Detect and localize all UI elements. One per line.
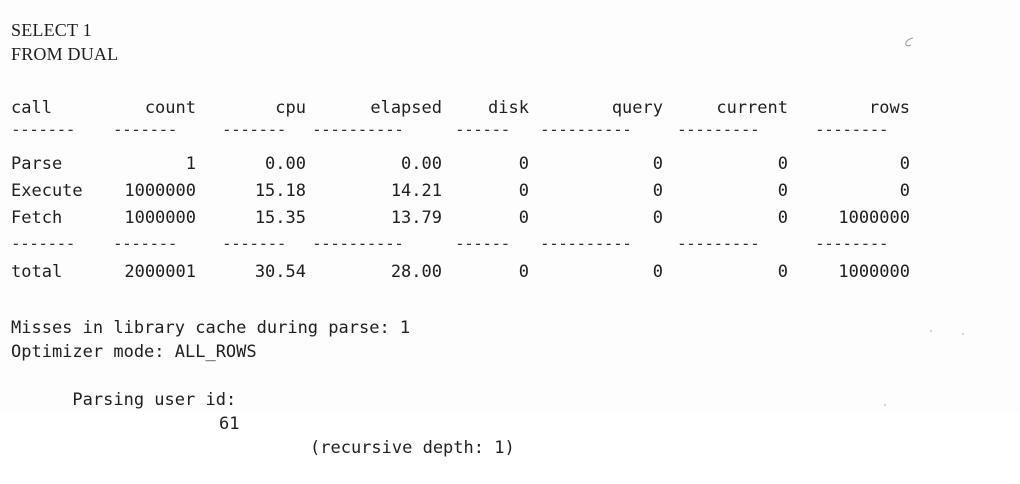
- sql-line-from: FROM DUAL: [11, 44, 119, 64]
- scan-speck: [884, 404, 886, 406]
- separator-rows: --------: [815, 234, 889, 253]
- table-row: Execute 1000000 15.18 14.21 0 0 0 0: [0, 179, 1020, 203]
- sql-statement: SELECT 1 FROM DUAL: [11, 18, 118, 66]
- header-current: current: [716, 98, 788, 118]
- separator-call: -------: [11, 120, 75, 139]
- cell-elapsed: 13.79: [390, 208, 442, 228]
- separator-row: ------- ------- ------- ---------- -----…: [0, 236, 1020, 252]
- cell-count: 1: [185, 154, 196, 174]
- cell-current: 0: [777, 154, 788, 174]
- separator-elapsed: ----------: [312, 234, 404, 253]
- table-row: Fetch 1000000 15.35 13.79 0 0 0 1000000: [0, 206, 1020, 230]
- cell-disk: 0: [518, 208, 529, 228]
- parsing-user-label: Parsing user id:: [72, 390, 237, 410]
- separator-query: ----------: [540, 120, 632, 139]
- cell-cpu: 0.00: [265, 154, 306, 174]
- cell-elapsed: 0.00: [401, 154, 442, 174]
- total-cpu: 30.54: [254, 262, 306, 282]
- separator-row: ------- ------- ------- ---------- -----…: [0, 122, 1020, 138]
- cell-count: 1000000: [124, 181, 196, 201]
- header-rows: rows: [869, 98, 910, 118]
- total-rows: 1000000: [838, 262, 910, 282]
- separator-count: -------: [113, 234, 177, 253]
- trace-page: SELECT 1 FROM DUAL call count cpu elapse…: [0, 0, 1020, 458]
- cell-count: 1000000: [124, 208, 196, 228]
- cell-call: Fetch: [11, 208, 63, 228]
- separator-disk: ------: [455, 120, 510, 139]
- scan-speck: [962, 333, 964, 335]
- cell-cpu: 15.35: [254, 208, 306, 228]
- header-disk: disk: [488, 98, 529, 118]
- separator-current: ---------: [677, 234, 760, 253]
- recursive-depth: (recursive depth: 1): [310, 438, 515, 458]
- total-current: 0: [777, 262, 788, 282]
- parsing-user-id: 61: [219, 414, 240, 434]
- header-elapsed: elapsed: [370, 98, 442, 118]
- scan-speck: [930, 330, 932, 332]
- separator-query: ----------: [540, 234, 632, 253]
- cell-elapsed: 14.21: [390, 181, 442, 201]
- optimizer-mode: Optimizer mode: ALL_ROWS: [11, 342, 257, 362]
- cell-call: Execute: [11, 181, 83, 201]
- table-header-row: call count cpu elapsed disk query curren…: [0, 96, 1020, 120]
- header-cpu: cpu: [275, 98, 306, 118]
- cell-query: 0: [652, 181, 663, 201]
- separator-disk: ------: [455, 234, 510, 253]
- cell-rows: 1000000: [838, 208, 910, 228]
- total-query: 0: [652, 262, 663, 282]
- separator-cpu: -------: [222, 120, 286, 139]
- total-row: total 2000001 30.54 28.00 0 0 0 1000000: [0, 260, 1020, 284]
- total-count: 2000001: [124, 262, 196, 282]
- cell-query: 0: [652, 154, 663, 174]
- cell-current: 0: [777, 181, 788, 201]
- library-cache-misses: Misses in library cache during parse: 1: [11, 318, 411, 338]
- separator-call: -------: [11, 234, 75, 253]
- separator-elapsed: ----------: [312, 120, 404, 139]
- total-elapsed: 28.00: [390, 262, 442, 282]
- cell-disk: 0: [518, 154, 529, 174]
- sql-line-select: SELECT 1: [11, 20, 92, 40]
- separator-rows: --------: [815, 120, 889, 139]
- cell-cpu: 15.18: [254, 181, 306, 201]
- header-count: count: [144, 98, 196, 118]
- separator-count: -------: [113, 120, 177, 139]
- cell-disk: 0: [518, 181, 529, 201]
- separator-current: ---------: [677, 120, 760, 139]
- trace-footer: Misses in library cache during parse: 1 …: [11, 316, 515, 458]
- separator-cpu: -------: [222, 234, 286, 253]
- pen-mark: [905, 37, 914, 47]
- cell-query: 0: [652, 208, 663, 228]
- cell-rows: 0: [899, 154, 910, 174]
- header-query: query: [611, 98, 663, 118]
- total-call: total: [11, 262, 63, 282]
- table-row: Parse 1 0.00 0.00 0 0 0 0: [0, 152, 1020, 176]
- parsing-user-line: Parsing user id: 61 (recursive depth: 1): [11, 364, 514, 458]
- cell-rows: 0: [899, 181, 910, 201]
- cell-call: Parse: [11, 154, 63, 174]
- cell-current: 0: [777, 208, 788, 228]
- header-call: call: [11, 98, 52, 118]
- total-disk: 0: [518, 262, 529, 282]
